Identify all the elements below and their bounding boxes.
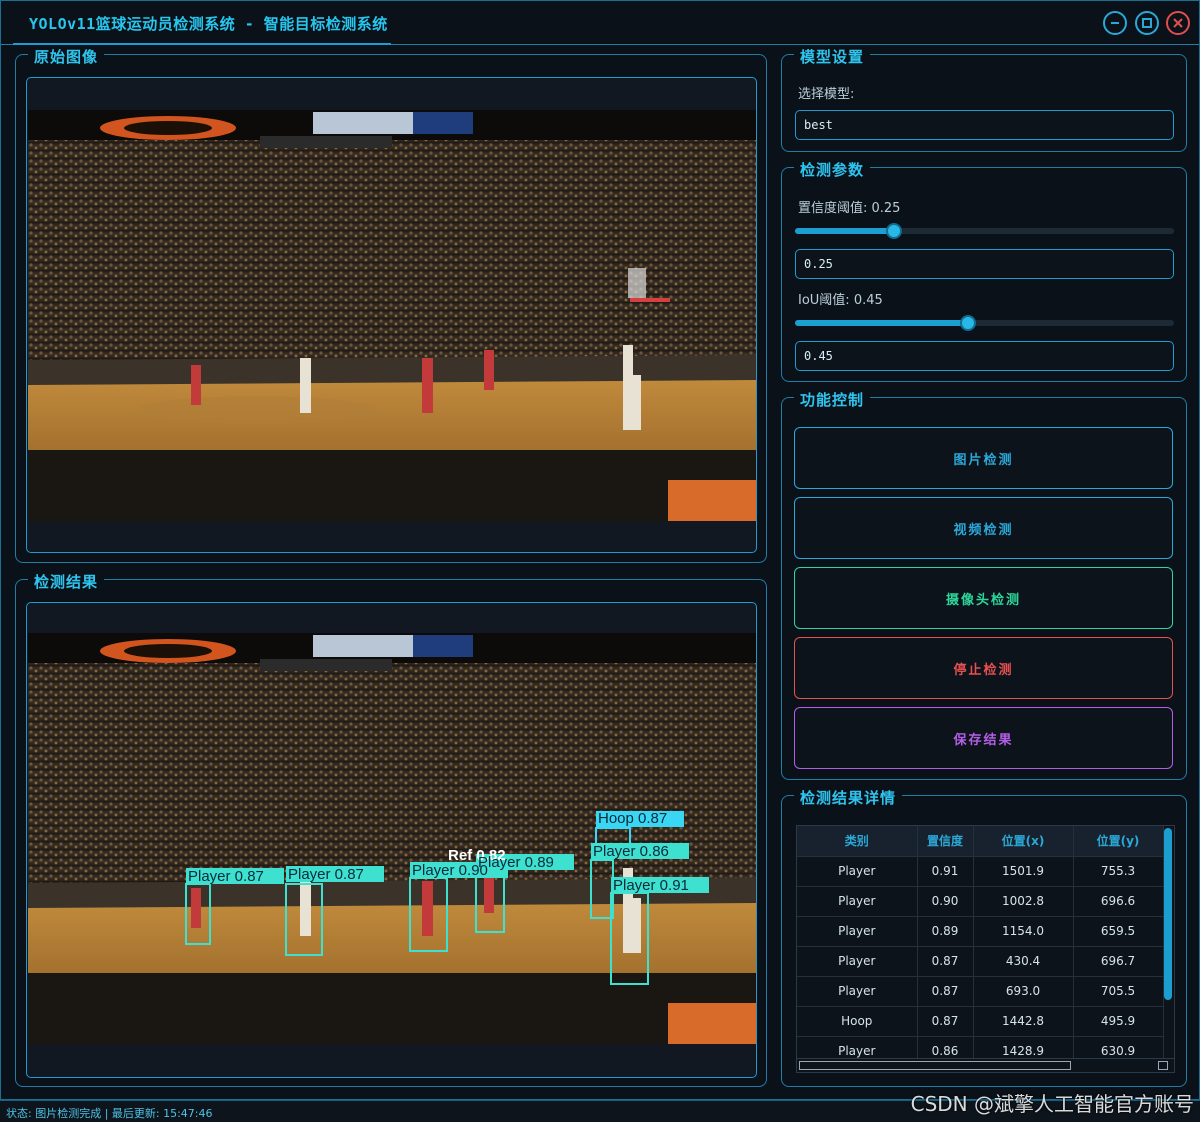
- image-detect-button[interactable]: 图片检测: [794, 427, 1173, 489]
- detection-details-panel: 检测结果详情 类别 置信度 位置(x) 位置(y) Player 0.91 1501…: [781, 787, 1187, 1087]
- scrollbar-corner: [1158, 1061, 1168, 1070]
- table-cell: 0.87: [917, 1006, 974, 1037]
- vertical-scrollbar[interactable]: [1164, 828, 1172, 1000]
- details-table: 类别 置信度 位置(x) 位置(y) Player 0.91 1501.9 755.3…: [797, 826, 1164, 1067]
- table-header-row: 类别 置信度 位置(x) 位置(y): [797, 826, 1164, 857]
- model-select[interactable]: best: [795, 110, 1174, 140]
- close-button[interactable]: [1166, 11, 1190, 35]
- column-header[interactable]: 位置(x): [973, 826, 1074, 857]
- table-cell: 1154.0: [973, 916, 1074, 947]
- table-cell: 0.90: [917, 886, 974, 917]
- select-model-label: 选择模型:: [798, 87, 855, 102]
- table-row[interactable]: Hoop 0.87 1442.8 495.9: [797, 1006, 1164, 1037]
- camera-detect-button[interactable]: 摄像头检测: [794, 567, 1173, 629]
- video-detect-button[interactable]: 视频检测: [794, 497, 1173, 559]
- original-image: [28, 110, 756, 521]
- iou-slider-fill: [795, 320, 969, 326]
- iou-slider[interactable]: [795, 315, 1174, 331]
- result-image-panel: 检测结果 Player 0.87 Player 0.87 Player 0.90…: [15, 571, 767, 1087]
- window-title: YOLOv11篮球运动员检测系统 - 智能目标检测系统: [29, 15, 388, 33]
- minimize-button[interactable]: [1103, 11, 1127, 35]
- table-cell: 1501.9: [973, 856, 1074, 887]
- table-cell: 0.87: [917, 946, 974, 977]
- params-title: 检测参数: [794, 159, 871, 180]
- maximize-button[interactable]: [1135, 11, 1159, 35]
- status-text: 状态: 图片检测完成 | 最后更新: 15:47:46: [6, 1107, 213, 1120]
- table-row[interactable]: Player 0.87 693.0 705.5: [797, 976, 1164, 1007]
- original-panel-title: 原始图像: [28, 46, 105, 67]
- title-tab: YOLOv11篮球运动员检测系统 - 智能目标检测系统: [13, 1, 391, 45]
- controls-title: 功能控制: [794, 389, 871, 410]
- title-bar: YOLOv11篮球运动员检测系统 - 智能目标检测系统: [1, 1, 1199, 45]
- iou-slider-handle[interactable]: [960, 315, 977, 331]
- detection-params-panel: 检测参数 置信度阈值: 0.25 0.25 IoU阈值: 0.45 0.45: [781, 159, 1187, 382]
- iou-value-field[interactable]: 0.45: [795, 341, 1174, 371]
- table-cell: 659.5: [1073, 916, 1164, 947]
- detection-label: Player 0.91: [613, 877, 689, 894]
- arena-picture: [28, 110, 756, 521]
- table-cell: 693.0: [973, 976, 1074, 1007]
- result-image: Player 0.87 Player 0.87 Player 0.90 Ref 0.8…: [28, 633, 756, 1044]
- conf-slider-fill: [795, 228, 894, 234]
- table-cell: Player: [797, 886, 918, 917]
- result-panel-title: 检测结果: [28, 571, 105, 592]
- table-cell: 495.9: [1073, 1006, 1164, 1037]
- table-cell: 696.6: [1073, 886, 1164, 917]
- detection-label: Player 0.89: [478, 854, 554, 871]
- horizontal-scrollbar[interactable]: [797, 1058, 1174, 1072]
- column-header[interactable]: 类别: [797, 826, 918, 857]
- table-cell: Player: [797, 946, 918, 977]
- table-cell: Player: [797, 976, 918, 1007]
- table-cell: Player: [797, 856, 918, 887]
- model-settings-panel: 模型设置 选择模型: best: [781, 46, 1187, 152]
- save-result-button[interactable]: 保存结果: [794, 707, 1173, 769]
- close-icon: [1173, 18, 1183, 28]
- table-cell: Player: [797, 916, 918, 947]
- table-row[interactable]: Player 0.89 1154.0 659.5: [797, 916, 1164, 947]
- table-cell: 1002.8: [973, 886, 1074, 917]
- detection-label: Player 0.87: [288, 866, 364, 883]
- original-image-frame: [26, 77, 757, 553]
- horizontal-scrollbar-thumb[interactable]: [799, 1061, 1071, 1070]
- detection-label: Player 0.90: [412, 862, 488, 879]
- detection-label: Hoop 0.87: [598, 810, 667, 827]
- model-settings-title: 模型设置: [794, 46, 871, 67]
- conf-value-field[interactable]: 0.25: [795, 249, 1174, 279]
- table-cell: 755.3: [1073, 856, 1164, 887]
- details-table-container: 类别 置信度 位置(x) 位置(y) Player 0.91 1501.9 755.3…: [796, 825, 1175, 1073]
- conf-slider-handle[interactable]: [885, 223, 902, 239]
- stop-detect-button[interactable]: 停止检测: [794, 637, 1173, 699]
- minimize-icon: [1111, 22, 1119, 24]
- table-row[interactable]: Player 0.87 430.4 696.7: [797, 946, 1164, 977]
- details-title: 检测结果详情: [794, 787, 903, 808]
- detection-label: Player 0.86: [593, 843, 669, 860]
- table-cell: 0.87: [917, 976, 974, 1007]
- maximize-icon: [1142, 18, 1152, 28]
- result-picture: Player 0.87 Player 0.87 Player 0.90Ref 0.8…: [28, 633, 756, 1044]
- conf-slider[interactable]: [795, 223, 1174, 239]
- iou-threshold-label: IoU阈值: 0.45: [798, 293, 883, 308]
- column-header[interactable]: 置信度: [917, 826, 974, 857]
- table-cell: 430.4: [973, 946, 1074, 977]
- detection-label: Player 0.87: [188, 868, 264, 885]
- table-cell: 0.91: [917, 856, 974, 887]
- column-header[interactable]: 位置(y): [1073, 826, 1164, 857]
- table-cell: 0.89: [917, 916, 974, 947]
- table-row[interactable]: Player 0.90 1002.8 696.6: [797, 886, 1164, 917]
- table-row[interactable]: Player 0.91 1501.9 755.3: [797, 856, 1164, 887]
- function-control-panel: 功能控制 图片检测 视频检测 摄像头检测 停止检测 保存结果: [781, 389, 1187, 780]
- watermark: CSDN @斌擎人工智能官方账号: [910, 1092, 1194, 1116]
- table-cell: Hoop: [797, 1006, 918, 1037]
- table-cell: 705.5: [1073, 976, 1164, 1007]
- table-cell: 1442.8: [973, 1006, 1074, 1037]
- conf-threshold-label: 置信度阈值: 0.25: [798, 201, 901, 216]
- app-window: YOLOv11篮球运动员检测系统 - 智能目标检测系统 原始图像 检测结果 Pl…: [0, 0, 1200, 1100]
- original-image-panel: 原始图像: [15, 46, 767, 563]
- table-cell: 696.7: [1073, 946, 1164, 977]
- result-image-frame: Player 0.87 Player 0.87 Player 0.90 Ref 0.8…: [26, 602, 757, 1078]
